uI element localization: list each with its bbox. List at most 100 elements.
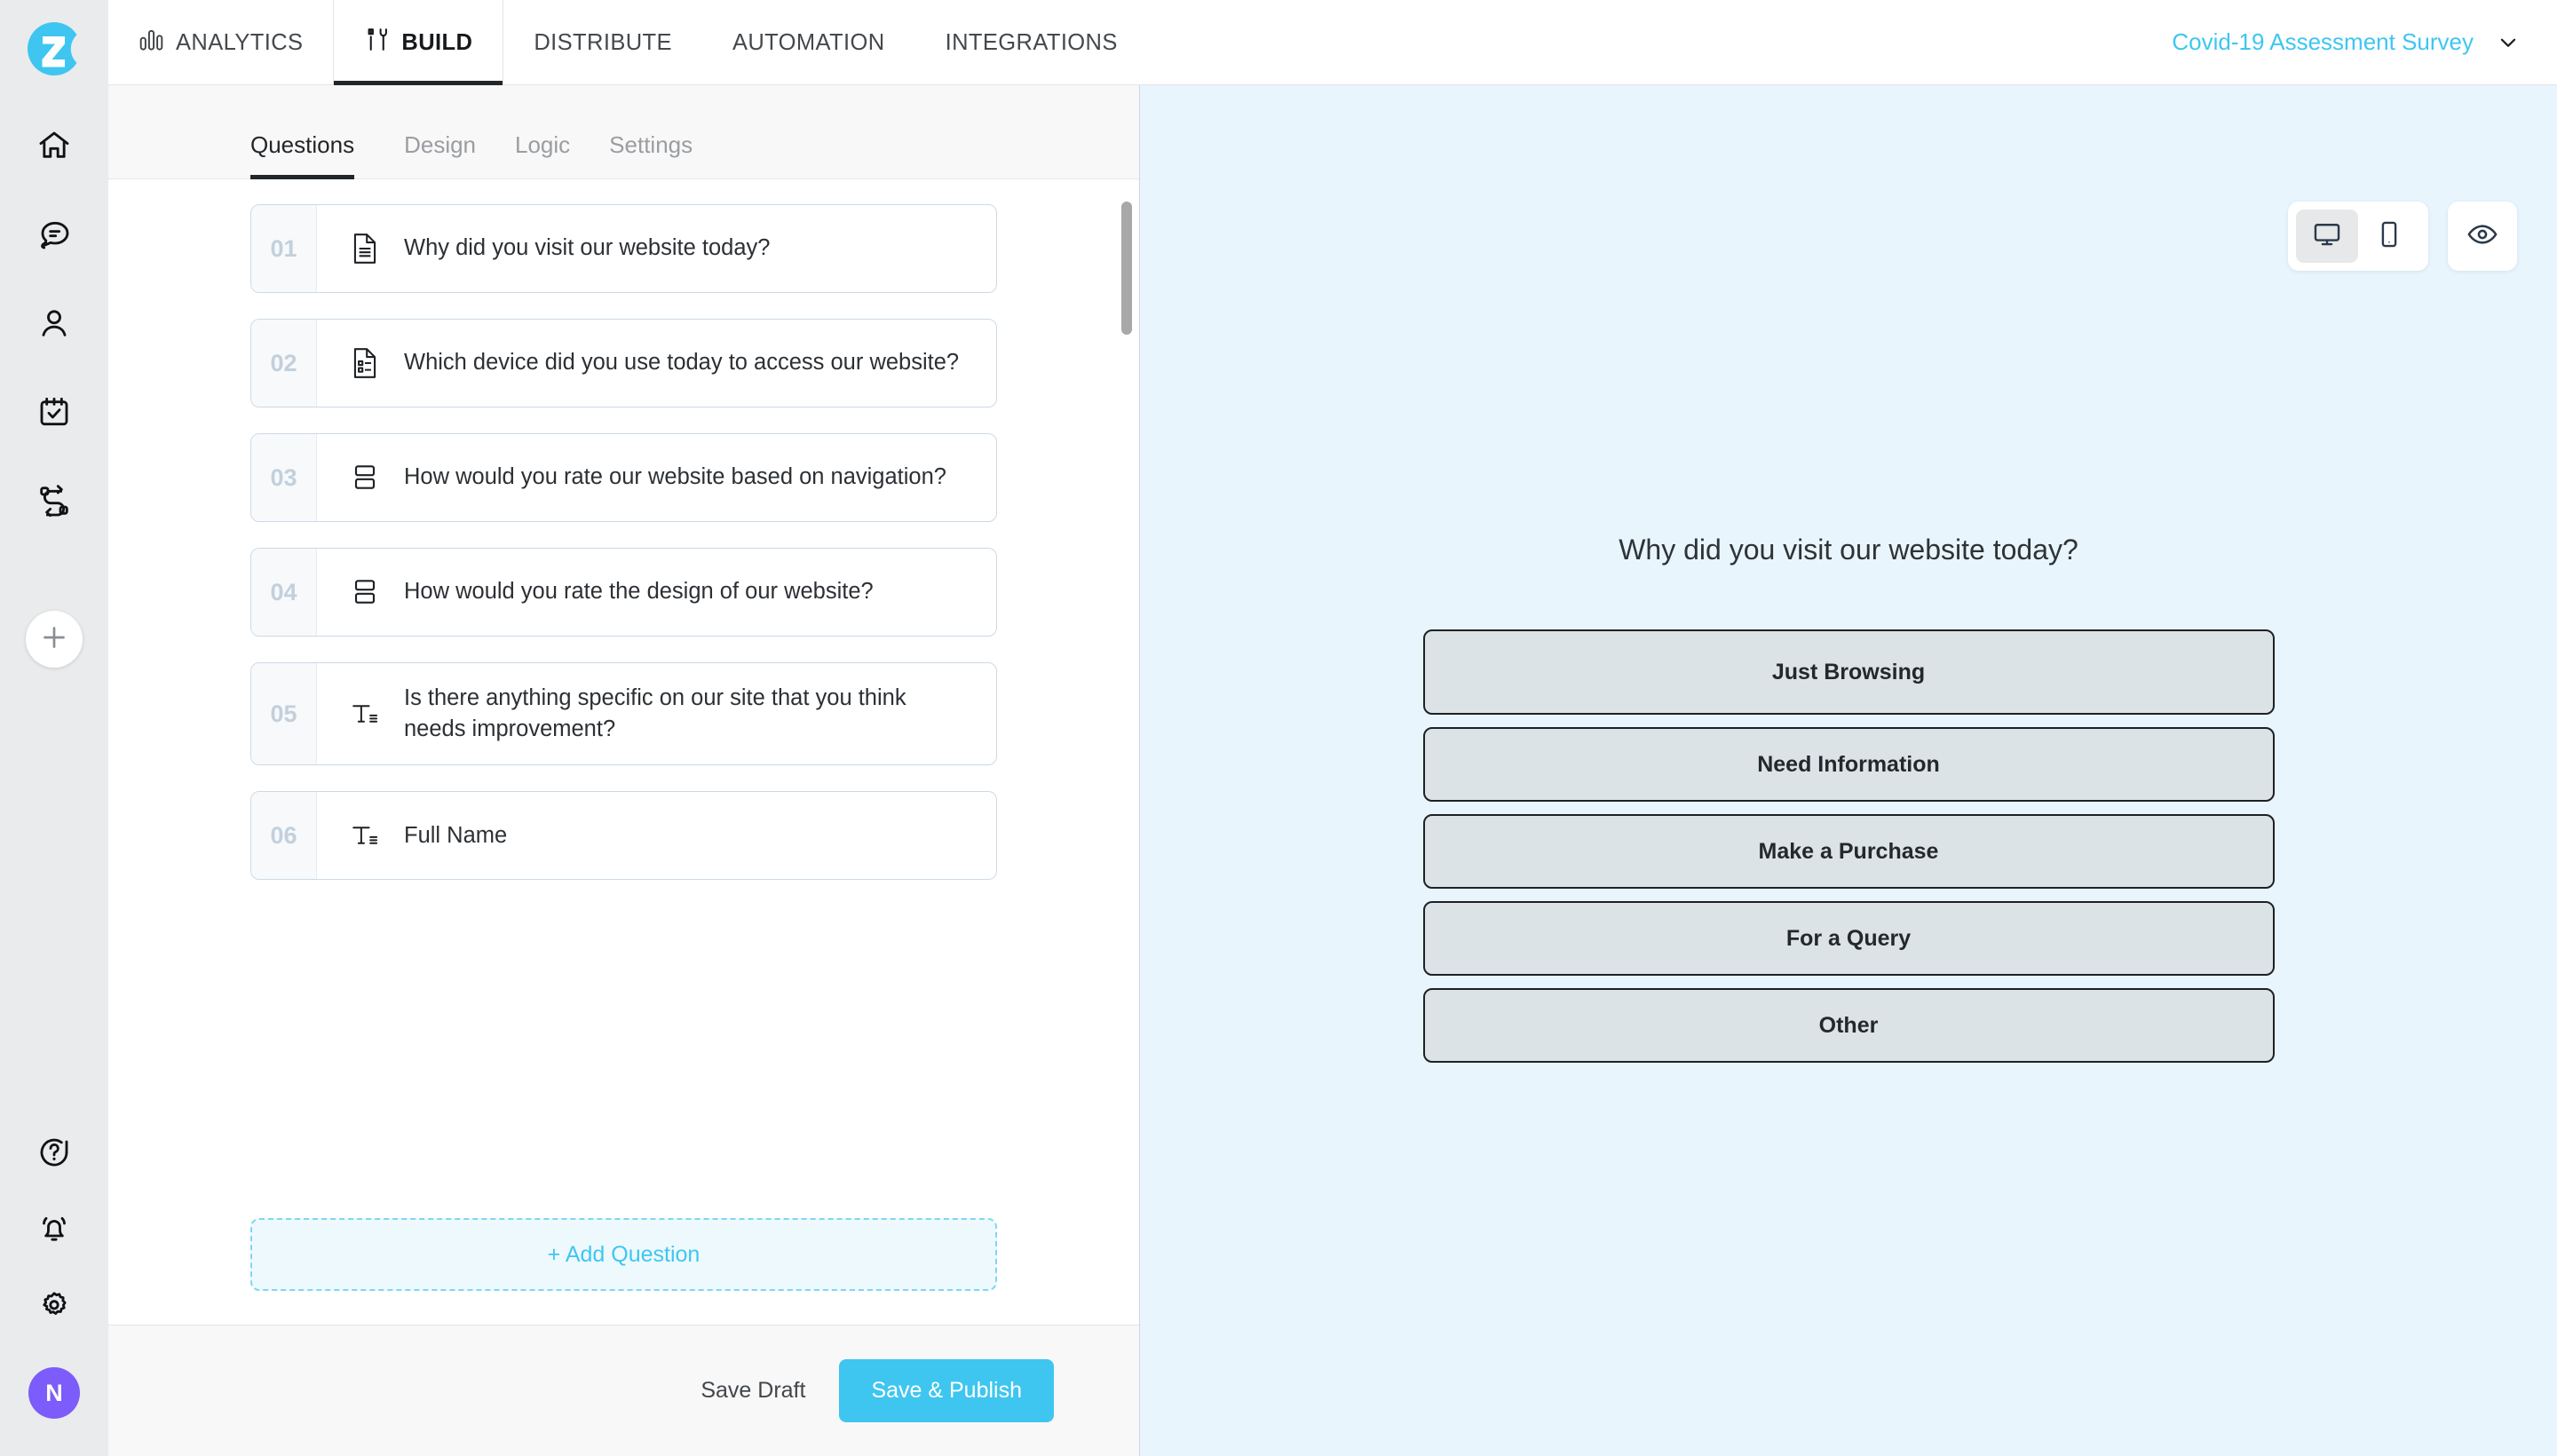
tab-automation[interactable]: AUTOMATION (702, 0, 915, 85)
gear-icon (36, 1287, 72, 1323)
tab-automation-label: AUTOMATION (732, 29, 885, 55)
builder-footer: Save Draft Save & Publish (108, 1325, 1139, 1456)
chevron-down-icon[interactable] (2497, 31, 2520, 54)
rail-primary-items (26, 124, 83, 668)
tab-integrations[interactable]: INTEGRATIONS (915, 0, 1148, 85)
question-list: 01 Why did you visit our website today? … (108, 179, 1139, 881)
survey-selector[interactable]: Covid-19 Assessment Survey (2172, 0, 2557, 84)
tools-icon (364, 27, 390, 59)
question-body: How would you rate our website based on … (317, 434, 996, 521)
question-body: Full Name (317, 792, 996, 879)
question-row[interactable]: 06 Full Name (250, 791, 997, 881)
tab-integrations-label: INTEGRATIONS (945, 29, 1118, 55)
text-field-icon (347, 700, 383, 728)
app-logo[interactable] (25, 20, 83, 78)
question-body: Is there anything specific on our site t… (317, 663, 996, 764)
builder-pane: Questions Design Logic Settings 01 Why d… (108, 85, 1140, 1456)
question-text: How would you rate our website based on … (404, 464, 946, 490)
preview-option-button[interactable]: Just Browsing (1422, 629, 2275, 715)
home-icon (36, 128, 72, 163)
question-number: 03 (251, 434, 317, 521)
user-icon (36, 305, 72, 341)
document-lines-icon (347, 233, 383, 265)
question-number: 04 (251, 549, 317, 636)
tab-build[interactable]: BUILD (333, 0, 504, 85)
save-publish-button[interactable]: Save & Publish (839, 1359, 1054, 1422)
scrollbar-thumb[interactable] (1121, 202, 1132, 335)
question-number: 02 (251, 320, 317, 407)
subtab-logic-label: Logic (515, 131, 571, 158)
question-body: Why did you visit our website today? (317, 205, 996, 292)
top-navigation: ANALYTICS BUILD DISTRIBUTE AUTOMATION IN… (108, 0, 2557, 85)
question-body: How would you rate the design of our web… (317, 549, 996, 636)
subtab-questions[interactable]: Questions (250, 131, 384, 179)
preview-option-button[interactable]: Make a Purchase (1422, 814, 2275, 889)
rail-secondary-items: N (0, 1131, 108, 1419)
sidebar-item-contacts[interactable] (33, 302, 75, 344)
question-body: Which device did you use today to access… (317, 320, 996, 407)
question-number: 01 (251, 205, 317, 292)
preview-option-button[interactable]: Other (1422, 988, 2275, 1063)
help-circle-icon (36, 1135, 72, 1170)
sidebar-item-conversations[interactable] (33, 213, 75, 256)
question-list-scroll-area: 01 Why did you visit our website today? … (108, 179, 1139, 1325)
subtab-design-label: Design (404, 131, 477, 158)
question-text: Full Name (404, 822, 508, 848)
sidebar-item-workflows[interactable] (33, 479, 75, 522)
question-list-scrollbar[interactable] (1121, 179, 1132, 1325)
app-root: N ANALYTICS BUILD DISTRIBUTE AUTOMATION … (0, 0, 2557, 1456)
preview-question-title: Why did you visit our website today? (1619, 534, 2078, 566)
sidebar-item-settings[interactable] (33, 1284, 75, 1326)
question-row[interactable]: 02 Which device did you use today to acc… (250, 319, 997, 408)
sidebar-item-home[interactable] (33, 124, 75, 167)
add-new-button[interactable] (26, 611, 83, 668)
question-text: Which device did you use today to access… (404, 350, 960, 376)
add-question-wrapper: + Add Question (108, 1218, 1139, 1291)
sidebar-item-notifications[interactable] (33, 1207, 75, 1250)
calendar-check-icon (36, 394, 72, 430)
preview-option-button[interactable]: Need Information (1422, 727, 2275, 802)
question-text: How would you rate the design of our web… (404, 579, 874, 605)
workflow-icon (36, 483, 72, 518)
avatar[interactable]: N (28, 1367, 80, 1419)
builder-subtabs: Questions Design Logic Settings (108, 85, 1139, 179)
stacked-boxes-icon (347, 463, 383, 492)
main-area: ANALYTICS BUILD DISTRIBUTE AUTOMATION IN… (108, 0, 2557, 1456)
tab-distribute-label: DISTRIBUTE (534, 29, 672, 55)
subtab-settings-label: Settings (609, 131, 693, 158)
subtab-settings[interactable]: Settings (590, 131, 712, 178)
avatar-initial: N (45, 1379, 63, 1406)
add-question-button[interactable]: + Add Question (250, 1218, 997, 1291)
question-row[interactable]: 03 How would you rate our website based … (250, 433, 997, 522)
question-number: 06 (251, 792, 317, 880)
text-field-icon (347, 821, 383, 850)
preview-option-button[interactable]: For a Query (1422, 901, 2275, 976)
preview-options: Just Browsing Need Information Make a Pu… (1422, 629, 2275, 1063)
chat-icon (36, 217, 72, 252)
preview-stage: Why did you visit our website today? Jus… (1140, 85, 2557, 1456)
subtab-questions-label: Questions (250, 131, 355, 158)
question-row[interactable]: 01 Why did you visit our website today? (250, 204, 997, 293)
tab-analytics[interactable]: ANALYTICS (108, 0, 333, 85)
sidebar-item-help[interactable] (33, 1131, 75, 1174)
preview-pane: Why did you visit our website today? Jus… (1140, 85, 2557, 1456)
bell-icon (36, 1211, 72, 1246)
survey-name[interactable]: Covid-19 Assessment Survey (2172, 28, 2474, 56)
bar-chart-icon (139, 28, 164, 58)
document-list-icon (347, 347, 383, 379)
subtab-design[interactable]: Design (384, 131, 495, 178)
question-row[interactable]: 04 How would you rate the design of our … (250, 548, 997, 637)
tab-analytics-label: ANALYTICS (176, 29, 304, 55)
sidebar-item-appointments[interactable] (33, 391, 75, 433)
question-text: Is there anything specific on our site t… (404, 685, 906, 742)
question-row[interactable]: 05 Is there anything specific on our sit… (250, 662, 997, 766)
top-nav-tabs: ANALYTICS BUILD DISTRIBUTE AUTOMATION IN… (108, 0, 1148, 85)
subtab-logic[interactable]: Logic (495, 131, 590, 178)
stacked-boxes-icon (347, 578, 383, 606)
question-text: Why did you visit our website today? (404, 235, 771, 261)
save-draft-button[interactable]: Save Draft (701, 1378, 805, 1404)
question-number: 05 (251, 663, 317, 765)
plus-icon (39, 622, 69, 657)
add-question-label: + Add Question (547, 1241, 701, 1267)
tab-distribute[interactable]: DISTRIBUTE (503, 0, 702, 85)
